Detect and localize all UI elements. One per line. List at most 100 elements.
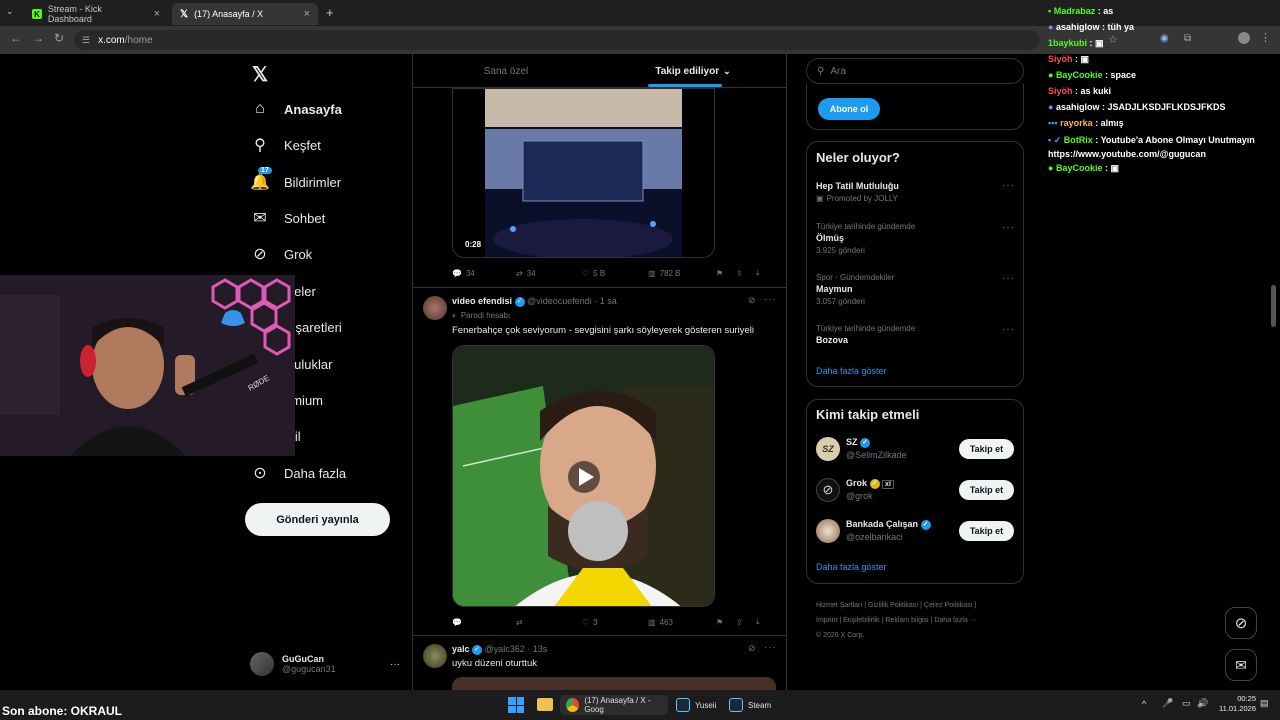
microphone-icon[interactable]: 🎤 [1162, 698, 1173, 709]
x-logo-icon[interactable]: 𝕏 [252, 62, 268, 87]
download-icon[interactable]: ⤓ [756, 268, 760, 278]
follow-button[interactable]: Takip et [959, 480, 1014, 500]
author-handle[interactable]: @yalc362 [485, 644, 525, 654]
follow-suggestion[interactable]: SZ ✓ @SelimZilkade [846, 437, 907, 460]
extensions-puzzle-icon[interactable]: ⧉ [1184, 33, 1191, 44]
sidebar-item-home[interactable]: ⌂ Anasayfa [250, 94, 342, 124]
account-switcher[interactable]: GuGuCan @gugucan31 ··· [250, 648, 400, 680]
like-button[interactable]: ♡ 3 [582, 618, 648, 627]
profile-avatar[interactable] [1238, 32, 1250, 44]
follow-suggestion[interactable]: Bankada Çalışan ✓ @ozelbankaci [846, 519, 931, 542]
back-icon[interactable]: ← [10, 31, 22, 45]
extension-icon[interactable]: ◉ [1160, 33, 1169, 44]
avatar[interactable] [816, 519, 840, 543]
views-button[interactable]: ▥ 463 [648, 618, 716, 627]
scrollbar-thumb[interactable] [1271, 285, 1276, 327]
post-image[interactable] [452, 677, 776, 690]
grok-float-icon[interactable]: ⊘ [1225, 607, 1257, 639]
network-icon[interactable]: ▭ [1182, 698, 1191, 709]
taskbar-item-chrome[interactable]: (17) Anasayfa / X - Goog [560, 695, 668, 715]
sidebar-item-grok[interactable]: ⊘ Grok [250, 239, 312, 269]
clock[interactable]: 00:25 11.01.2026 [1212, 694, 1256, 714]
post-time[interactable]: · 1 sa [594, 296, 617, 306]
file-explorer-icon[interactable] [537, 698, 553, 711]
avatar[interactable] [423, 296, 447, 320]
reply-button[interactable]: 💬 [452, 618, 516, 627]
grok-avatar-icon[interactable]: ⊘ [816, 478, 840, 502]
follow-suggestion[interactable]: Grok ✓ xI @grok [846, 478, 894, 501]
share-icon[interactable]: ⇪ [736, 618, 756, 627]
trend-more-icon[interactable]: ··· [1002, 180, 1015, 191]
avatar[interactable]: SZ [816, 437, 840, 461]
post-more-icon[interactable]: ··· [764, 294, 777, 305]
footer-link[interactable]: Erişilebilirlik [843, 617, 880, 624]
post-button[interactable]: Gönderi yayınla [245, 503, 390, 536]
footer-link[interactable]: Reklam bilgisi [885, 617, 928, 624]
windows-start-icon[interactable] [508, 697, 524, 713]
trend-more-icon[interactable]: ··· [1002, 324, 1015, 335]
repost-button[interactable]: ⇄ [516, 618, 582, 627]
tab-x-home[interactable]: 𝕏 (17) Anasayfa / X × [172, 3, 318, 25]
tab-kick-dashboard[interactable]: K Stream - Kick Dashboard × [24, 3, 168, 25]
browser-menu-icon[interactable]: ⋮ [1260, 31, 1271, 44]
author-handle[interactable]: @videocuefendi [527, 296, 592, 306]
url-bar[interactable]: ☰ x.com/home [74, 30, 1039, 50]
trend-item[interactable]: Spor · Gündemdekiler Maymun 3.057 gönder… [816, 273, 1016, 306]
post-video[interactable]: 0:28 [452, 88, 715, 258]
post-video[interactable] [452, 345, 715, 607]
volume-icon[interactable]: 🔊 [1197, 698, 1208, 709]
footer-link[interactable]: Gizlilik Politikası [868, 602, 918, 609]
post-more-icon[interactable]: ··· [764, 642, 777, 653]
follow-show-more-link[interactable]: Daha fazla göster [816, 562, 887, 572]
trend-item[interactable]: Türkiye tarihinde gündemde Ölmüş 3.925 g… [816, 222, 1016, 255]
tab-following[interactable]: Takip ediliyor ⌄ [600, 54, 786, 88]
tab-list-chevron-icon[interactable]: ⌄ [6, 6, 14, 17]
tab-label: Sana özel [483, 65, 529, 77]
sidebar-item-explore[interactable]: ⚲ Keşfet [250, 130, 321, 160]
sidebar-item-notifications[interactable]: 🔔 17 Bildirimler [250, 167, 341, 197]
close-tab-icon[interactable]: × [154, 8, 160, 20]
trend-item[interactable]: Hep Tatil Mutluluğu ▣ Promoted by JOLLY [816, 181, 1016, 203]
follow-button[interactable]: Takip et [959, 521, 1014, 541]
taskbar-item-steam[interactable]: Steam [729, 695, 771, 715]
search-input[interactable]: ⚲ Ara [806, 58, 1024, 84]
footer-link[interactable]: Hizmet Şartları [816, 602, 862, 609]
author-name[interactable]: yalc [452, 644, 470, 654]
messages-float-icon[interactable]: ✉ [1225, 649, 1257, 681]
reload-icon[interactable]: ↻ [54, 31, 64, 45]
grok-icon[interactable]: ⊘ [748, 295, 756, 306]
follow-button[interactable]: Takip et [959, 439, 1014, 459]
footer-link[interactable]: Daha fazla ··· [934, 617, 976, 624]
repost-button[interactable]: ⇄ 34 [516, 269, 582, 278]
tray-chevron-icon[interactable]: ^ [1142, 699, 1146, 709]
sidebar-item-more[interactable]: ⊙ Daha fazla [250, 458, 346, 488]
bookmark-icon[interactable]: ⚑ [716, 618, 736, 627]
like-button[interactable]: ♡ 5 B [582, 269, 648, 278]
tab-for-you[interactable]: Sana özel [413, 54, 599, 88]
notification-center-icon[interactable]: ▤ [1260, 698, 1269, 709]
trends-show-more-link[interactable]: Daha fazla göster [816, 366, 887, 376]
bookmark-star-icon[interactable]: ☆ [1108, 33, 1118, 46]
download-icon[interactable]: ⤓ [756, 617, 760, 627]
post-time[interactable]: · 13s [527, 644, 547, 654]
bookmark-icon[interactable]: ⚑ [716, 269, 736, 278]
avatar[interactable] [423, 644, 447, 668]
footer-link[interactable]: Imprint [816, 617, 837, 624]
trend-item[interactable]: Türkiye tarihinde gündemde Bozova [816, 324, 1016, 345]
sidebar-item-messages[interactable]: ✉ Sohbet [250, 203, 325, 233]
share-icon[interactable]: ⇪ [736, 269, 756, 278]
footer-link[interactable]: Çerez Politikası [924, 602, 973, 609]
trend-more-icon[interactable]: ··· [1002, 273, 1015, 284]
site-info-icon[interactable]: ☰ [82, 35, 90, 46]
grok-icon[interactable]: ⊘ [748, 643, 756, 654]
author-name[interactable]: video efendisi [452, 296, 512, 306]
taskbar-item-yuseii[interactable]: Yuseii [676, 695, 716, 715]
trend-more-icon[interactable]: ··· [1002, 222, 1015, 233]
subscribe-button[interactable]: Abone ol [818, 98, 880, 120]
views-button[interactable]: ▥ 782 B [648, 269, 716, 278]
close-tab-icon[interactable]: × [304, 8, 310, 20]
new-tab-icon[interactable]: + [326, 5, 334, 20]
account-more-icon[interactable]: ··· [390, 659, 400, 670]
forward-icon[interactable]: → [32, 31, 44, 45]
reply-button[interactable]: 💬 34 [452, 269, 516, 278]
